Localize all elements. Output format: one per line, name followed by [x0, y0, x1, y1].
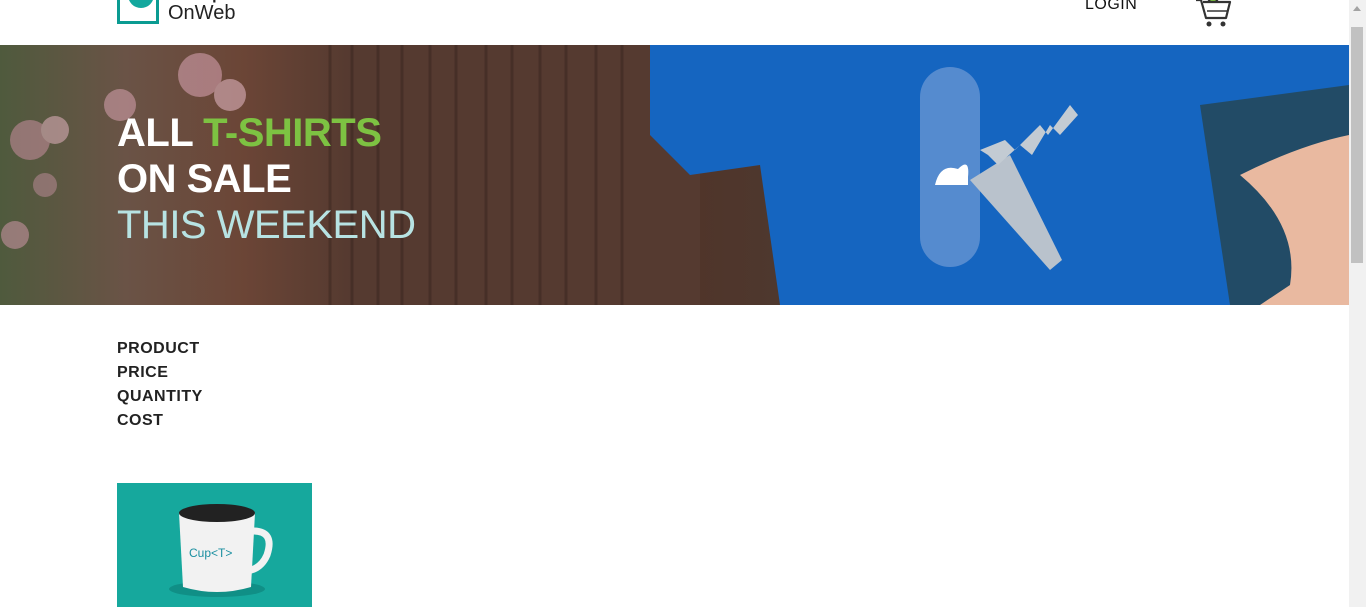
mug-text: Cup<T>: [189, 546, 232, 560]
vertical-scrollbar[interactable]: [1349, 0, 1366, 607]
headline-prefix: ALL: [117, 111, 193, 155]
label-product: PRODUCT: [117, 340, 200, 357]
label-quantity: QUANTITY: [117, 388, 203, 405]
headline-line-3: THIS WEEKEND: [117, 203, 416, 247]
site-header: eShop OnWeb LOGIN: [0, 0, 1349, 45]
login-link[interactable]: LOGIN: [1085, 0, 1137, 14]
headline-line-1: ALL T-SHIRTS: [117, 110, 415, 156]
shopping-cart-icon[interactable]: [1193, 0, 1233, 28]
sale-banner[interactable]: ALL T-SHIRTS ON SALE THIS WEEKEND: [0, 45, 1349, 305]
label-price: PRICE: [117, 364, 169, 381]
cart-column-labels: PRODUCT PRICE QUANTITY COST: [117, 337, 203, 433]
product-image-mug[interactable]: Cup<T>: [117, 483, 312, 607]
logo-mark-icon: [117, 0, 159, 24]
headline-line-2: ON SALE: [117, 157, 292, 201]
scroll-up-arrow-icon[interactable]: [1349, 0, 1366, 17]
site-logo[interactable]: eShop OnWeb: [117, 0, 257, 28]
page: eShop OnWeb LOGIN: [0, 0, 1349, 607]
logo-bottom-text: OnWeb: [168, 2, 236, 24]
scroll-thumb[interactable]: [1351, 27, 1363, 263]
banner-headline: ALL T-SHIRTS ON SALE THIS WEEKEND: [117, 110, 416, 248]
headline-highlight: T-SHIRTS: [203, 111, 382, 155]
label-cost: COST: [117, 412, 164, 429]
